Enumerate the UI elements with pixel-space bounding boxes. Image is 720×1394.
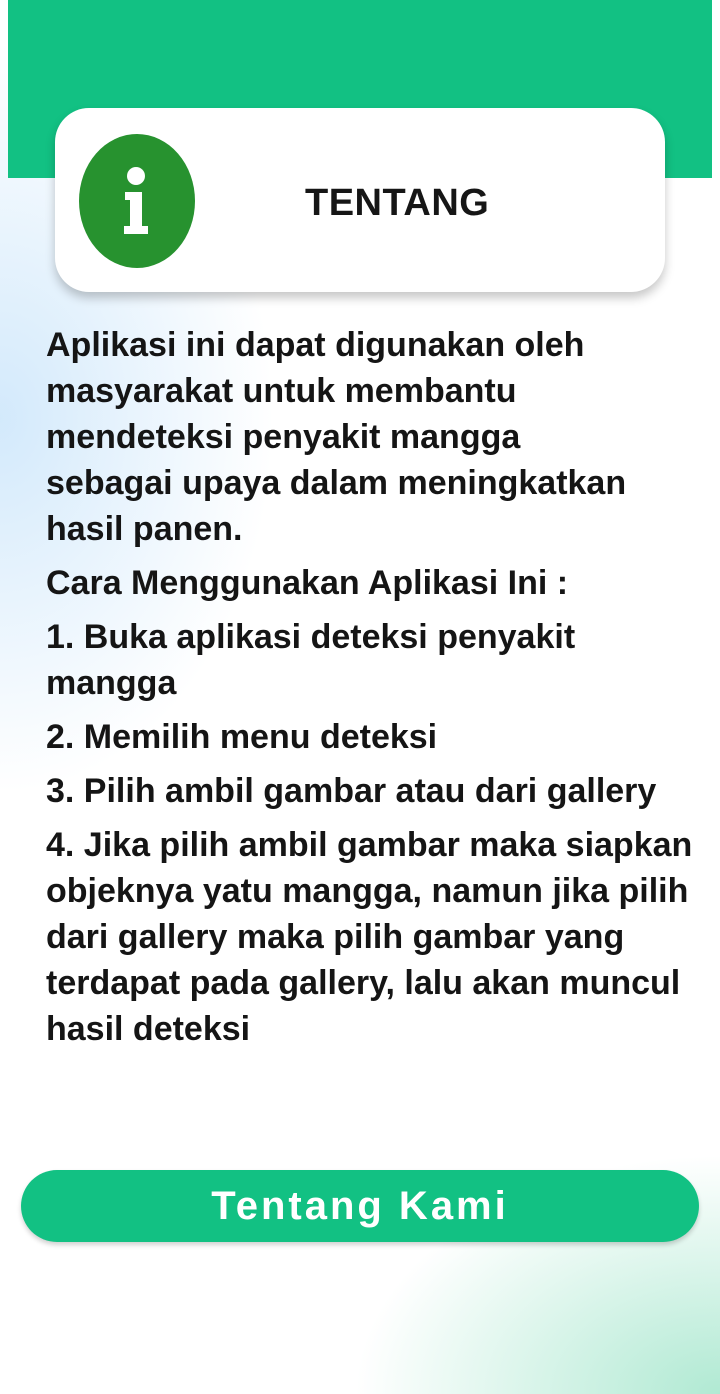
step-item-2: 2. Memilih menu deteksi <box>46 718 438 756</box>
info-icon <box>79 134 195 268</box>
step-item-4: 4. Jika pilih ambil gambar maka siapkan … <box>46 826 693 1048</box>
about-content: Aplikasi ini dapat digunakan oleh masyar… <box>46 322 696 1052</box>
about-us-button[interactable]: Tentang Kami <box>21 1170 699 1242</box>
step-item-3: 3. Pilih ambil gambar atau dari gallery <box>46 772 657 810</box>
howto-heading: Cara Menggunakan Aplikasi Ini : <box>46 564 569 602</box>
intro-paragraph: Aplikasi ini dapat digunakan oleh masyar… <box>46 326 627 548</box>
header-card: TENTANG <box>55 108 665 292</box>
page-title: TENTANG <box>305 182 490 224</box>
step-item-1: 1. Buka aplikasi deteksi penyakit mangga <box>46 618 576 702</box>
info-icon-glyph <box>124 167 148 234</box>
